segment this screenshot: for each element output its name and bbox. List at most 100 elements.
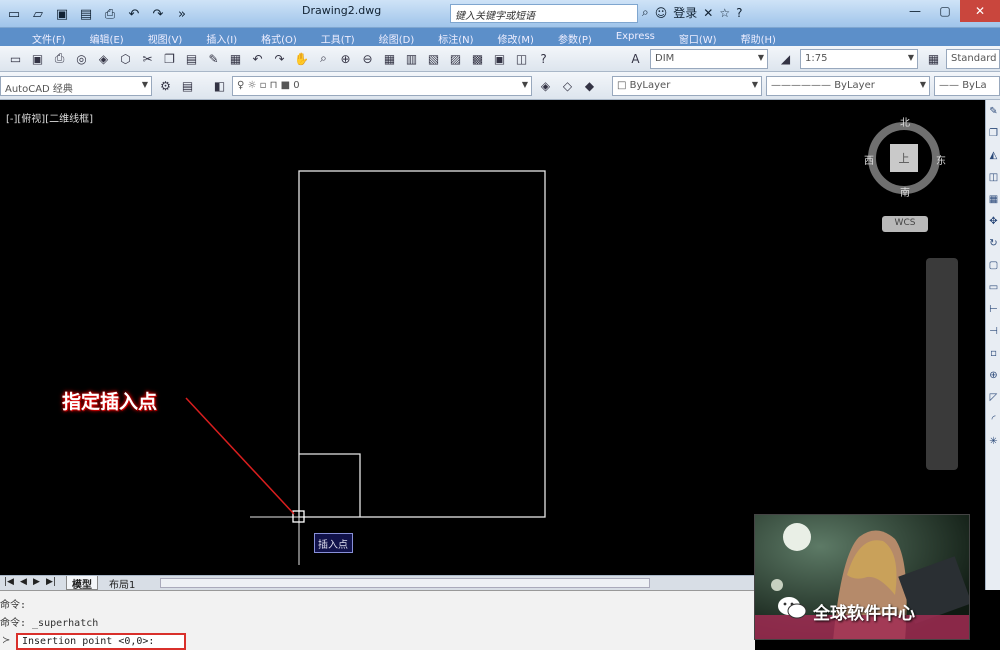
copy-icon[interactable]: ❐ xyxy=(986,122,1000,144)
menu-parametric[interactable]: 参数(P) xyxy=(546,28,604,46)
lineweight-select[interactable]: —— ByLa xyxy=(934,76,1000,96)
workspace-lock-icon[interactable]: ▤ xyxy=(178,76,197,95)
chamfer-icon[interactable]: ◸ xyxy=(986,386,1000,408)
rotate-icon[interactable]: ↻ xyxy=(986,232,1000,254)
exchange-icon[interactable]: ✕ xyxy=(703,6,713,20)
overflow-icon[interactable]: » xyxy=(172,4,192,24)
search-input[interactable]: 键入关键字或短语 xyxy=(450,4,638,23)
menu-express[interactable]: Express xyxy=(604,28,667,46)
layer-select[interactable]: ♀ ☼ ▫ ⊓ ■ 0 ▼ xyxy=(232,76,532,96)
move-icon[interactable]: ✥ xyxy=(986,210,1000,232)
viewcube-south[interactable]: 南 xyxy=(900,184,910,199)
close-icon[interactable]: ✕ xyxy=(960,0,1000,22)
block-editor-icon[interactable]: ▦ xyxy=(226,49,245,68)
menu-window[interactable]: 窗口(W) xyxy=(667,28,729,46)
paste-icon[interactable]: ▤ xyxy=(182,49,201,68)
save-as-icon[interactable]: ▤ xyxy=(76,4,96,24)
preview-icon[interactable]: ◎ xyxy=(72,49,91,68)
drawing-canvas[interactable]: [-][俯视][二维线框] 北 西 东 南 上 WCS 指定插入点 插入点 xyxy=(0,100,985,575)
menu-draw[interactable]: 绘图(D) xyxy=(367,28,427,46)
zoom-previous-icon[interactable]: ⊖ xyxy=(358,49,377,68)
viewcube[interactable]: 北 西 东 南 上 xyxy=(864,118,946,199)
zoom-realtime-icon[interactable]: ⌕ xyxy=(314,49,333,68)
3d-icon[interactable]: ⬡ xyxy=(116,49,135,68)
calculator-icon[interactable]: ▣ xyxy=(490,49,509,68)
command-input[interactable]: Insertion point <0,0>: xyxy=(16,633,186,650)
cut-icon[interactable]: ✂ xyxy=(138,49,157,68)
inner-square[interactable] xyxy=(299,453,361,517)
menu-modify[interactable]: 修改(M) xyxy=(486,28,546,46)
sheet-set-icon[interactable]: ▨ xyxy=(446,49,465,68)
layer-states-icon[interactable]: ◆ xyxy=(580,76,599,95)
markup-icon[interactable]: ▩ xyxy=(468,49,487,68)
copy-icon[interactable]: ❐ xyxy=(160,49,179,68)
undo-icon[interactable]: ↶ xyxy=(124,4,144,24)
viewcube-north[interactable]: 北 xyxy=(900,114,910,129)
save-icon[interactable]: ▣ xyxy=(52,4,72,24)
star-icon[interactable]: ☆ xyxy=(719,6,730,20)
open-file-icon[interactable]: ▱ xyxy=(28,4,48,24)
explode-icon[interactable]: ✳ xyxy=(986,430,1000,452)
dbconnect-icon[interactable]: ◫ xyxy=(512,49,531,68)
properties-icon[interactable]: ▦ xyxy=(380,49,399,68)
mirror-icon[interactable]: ◭ xyxy=(986,144,1000,166)
publish-icon[interactable]: ◈ xyxy=(94,49,113,68)
horizontal-scrollbar[interactable] xyxy=(160,578,650,588)
new-file-icon[interactable]: ▭ xyxy=(4,4,24,24)
text-style-icon[interactable]: A xyxy=(626,49,645,68)
join-icon[interactable]: ⊕ xyxy=(986,364,1000,386)
viewcube-west[interactable]: 西 xyxy=(864,152,874,167)
menu-dimension[interactable]: 标注(N) xyxy=(426,28,485,46)
help-button[interactable]: ? xyxy=(736,6,742,20)
binoculars-icon[interactable]: ⌕ xyxy=(642,5,649,20)
login-link[interactable]: 登录 xyxy=(673,4,697,21)
annotation-scale-select[interactable]: 1:75 ▼ xyxy=(800,49,918,69)
annotation-scale-icon[interactable]: ◢ xyxy=(776,49,795,68)
dimension-style-select[interactable]: DIM ▼ xyxy=(650,49,768,69)
menu-edit[interactable]: 编辑(E) xyxy=(78,28,136,46)
offset-icon[interactable]: ◫ xyxy=(986,166,1000,188)
gear-icon[interactable]: ⚙ xyxy=(156,76,175,95)
extend-icon[interactable]: ⊣ xyxy=(986,320,1000,342)
plot-icon[interactable]: ⎙ xyxy=(50,49,69,68)
pan-icon[interactable]: ✋ xyxy=(292,49,311,68)
make-current-icon[interactable]: ◈ xyxy=(536,76,555,95)
menu-view[interactable]: 视图(V) xyxy=(136,28,195,46)
tool-palettes-icon[interactable]: ▧ xyxy=(424,49,443,68)
navigation-bar[interactable] xyxy=(926,258,958,470)
print-icon[interactable]: ⎙ xyxy=(100,4,120,24)
help-icon[interactable]: ? xyxy=(534,49,553,68)
viewcube-east[interactable]: 东 xyxy=(936,152,946,167)
erase-icon[interactable]: ✎ xyxy=(986,100,1000,122)
user-icon[interactable]: ☺ xyxy=(655,6,668,20)
redo-icon[interactable]: ↷ xyxy=(270,49,289,68)
color-select[interactable]: □ ByLayer ▼ xyxy=(612,76,762,96)
tab-first-icon[interactable]: |◀ xyxy=(4,577,14,587)
match-properties-icon[interactable]: ✎ xyxy=(204,49,223,68)
menu-format[interactable]: 格式(O) xyxy=(249,28,309,46)
menu-file[interactable]: 文件(F) xyxy=(20,28,78,46)
tab-prev-icon[interactable]: ◀ xyxy=(20,577,27,587)
text-style-select[interactable]: Standard xyxy=(946,49,1000,69)
layer-properties-icon[interactable]: ◧ xyxy=(210,76,229,95)
break-icon[interactable]: ▫ xyxy=(986,342,1000,364)
table-style-icon[interactable]: ▦ xyxy=(924,49,943,68)
tab-next-icon[interactable]: ▶ xyxy=(33,577,40,587)
zoom-window-icon[interactable]: ⊕ xyxy=(336,49,355,68)
menu-tools[interactable]: 工具(T) xyxy=(309,28,367,46)
fillet-icon[interactable]: ◜ xyxy=(986,408,1000,430)
maximize-icon[interactable]: ▢ xyxy=(930,0,960,22)
design-center-icon[interactable]: ▥ xyxy=(402,49,421,68)
minimize-icon[interactable]: — xyxy=(900,0,930,22)
redo-icon[interactable]: ↷ xyxy=(148,4,168,24)
undo-icon[interactable]: ↶ xyxy=(248,49,267,68)
scale-icon[interactable]: ▢ xyxy=(986,254,1000,276)
stretch-icon[interactable]: ▭ xyxy=(986,276,1000,298)
linetype-select[interactable]: —————— ByLayer ▼ xyxy=(766,76,930,96)
menu-insert[interactable]: 插入(I) xyxy=(194,28,249,46)
new-icon[interactable]: ▭ xyxy=(6,49,25,68)
menu-help[interactable]: 帮助(H) xyxy=(729,28,788,46)
tab-last-icon[interactable]: ▶| xyxy=(46,577,56,587)
layer-previous-icon[interactable]: ◇ xyxy=(558,76,577,95)
wcs-menu[interactable]: WCS xyxy=(882,216,928,232)
